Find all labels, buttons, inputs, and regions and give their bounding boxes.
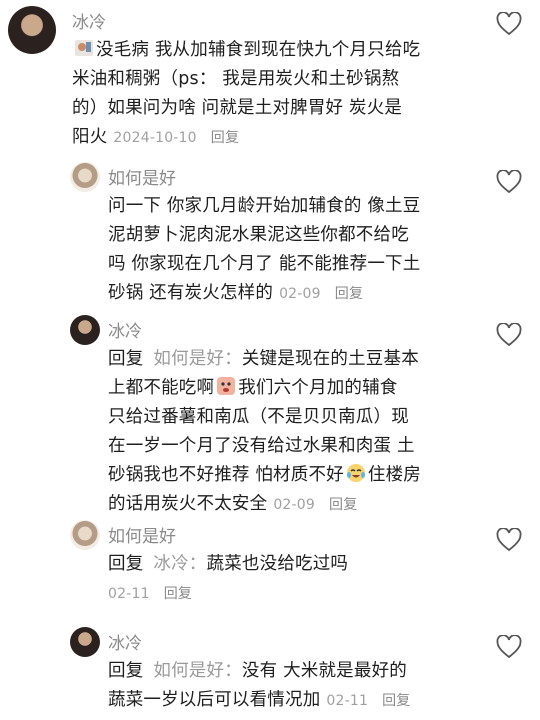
comment-date: 2024-10-10 (113, 130, 197, 146)
reply-button[interactable]: 回复 (164, 586, 192, 602)
reply-button[interactable]: 回复 (335, 286, 363, 302)
comment-text: 回复 冰冷：蔬菜也没给吃过吗 02-11 回复 (108, 554, 349, 602)
username[interactable]: 冰冷 (108, 317, 142, 342)
crying-face-icon (217, 377, 236, 395)
username[interactable]: 冰冷 (108, 629, 142, 654)
mention[interactable]: 如何是好： (153, 349, 242, 369)
comment-text: 问一下 你家几月龄开始加辅食的 像土豆 泥胡萝卜泥肉泥水果泥这些你都不给吃 吗 … (108, 196, 421, 303)
heart-outline-icon[interactable] (496, 170, 522, 194)
comment-date: 02-09 (279, 286, 321, 302)
comment-date: 02-11 (326, 693, 369, 709)
comment-text: 没毛病 我从加辅食到现在快九个月只给吃 米油和稠粥（ps： 我是用炭火和土砂锅熬… (72, 40, 421, 147)
mention[interactable]: 如何是好： (153, 661, 242, 681)
heart-outline-icon[interactable] (496, 323, 522, 347)
avatar[interactable] (70, 162, 100, 192)
username[interactable]: 冰冷 (72, 8, 106, 33)
mention[interactable]: 冰冷： (153, 554, 206, 574)
reply-button[interactable]: 回复 (382, 693, 410, 709)
avatar[interactable] (8, 6, 56, 54)
heart-outline-icon[interactable] (496, 12, 522, 36)
avatar[interactable] (70, 627, 100, 657)
avatar[interactable] (70, 315, 100, 345)
avatar[interactable] (70, 520, 100, 550)
comment-date: 02-11 (108, 586, 150, 602)
reply-button[interactable]: 回复 (329, 497, 357, 513)
username[interactable]: 如何是好 (108, 522, 176, 547)
comment-date: 02-09 (273, 497, 315, 513)
username[interactable]: 如何是好 (108, 164, 176, 189)
comment-text: 回复 如何是好：没有 大米就是最好的 蔬菜一岁以后可以看情况加 02-11 回复 (108, 661, 411, 710)
laughing-tears-icon (346, 464, 365, 482)
heart-outline-icon[interactable] (496, 528, 522, 552)
comment-text: 回复 如何是好：关键是现在的土豆基本 上都不能吃啊 我们六个月加的辅食 只给过番薯和… (108, 349, 421, 514)
heart-outline-icon[interactable] (496, 635, 522, 659)
reply-button[interactable]: 回复 (211, 130, 239, 146)
sticker-icon (75, 40, 93, 56)
